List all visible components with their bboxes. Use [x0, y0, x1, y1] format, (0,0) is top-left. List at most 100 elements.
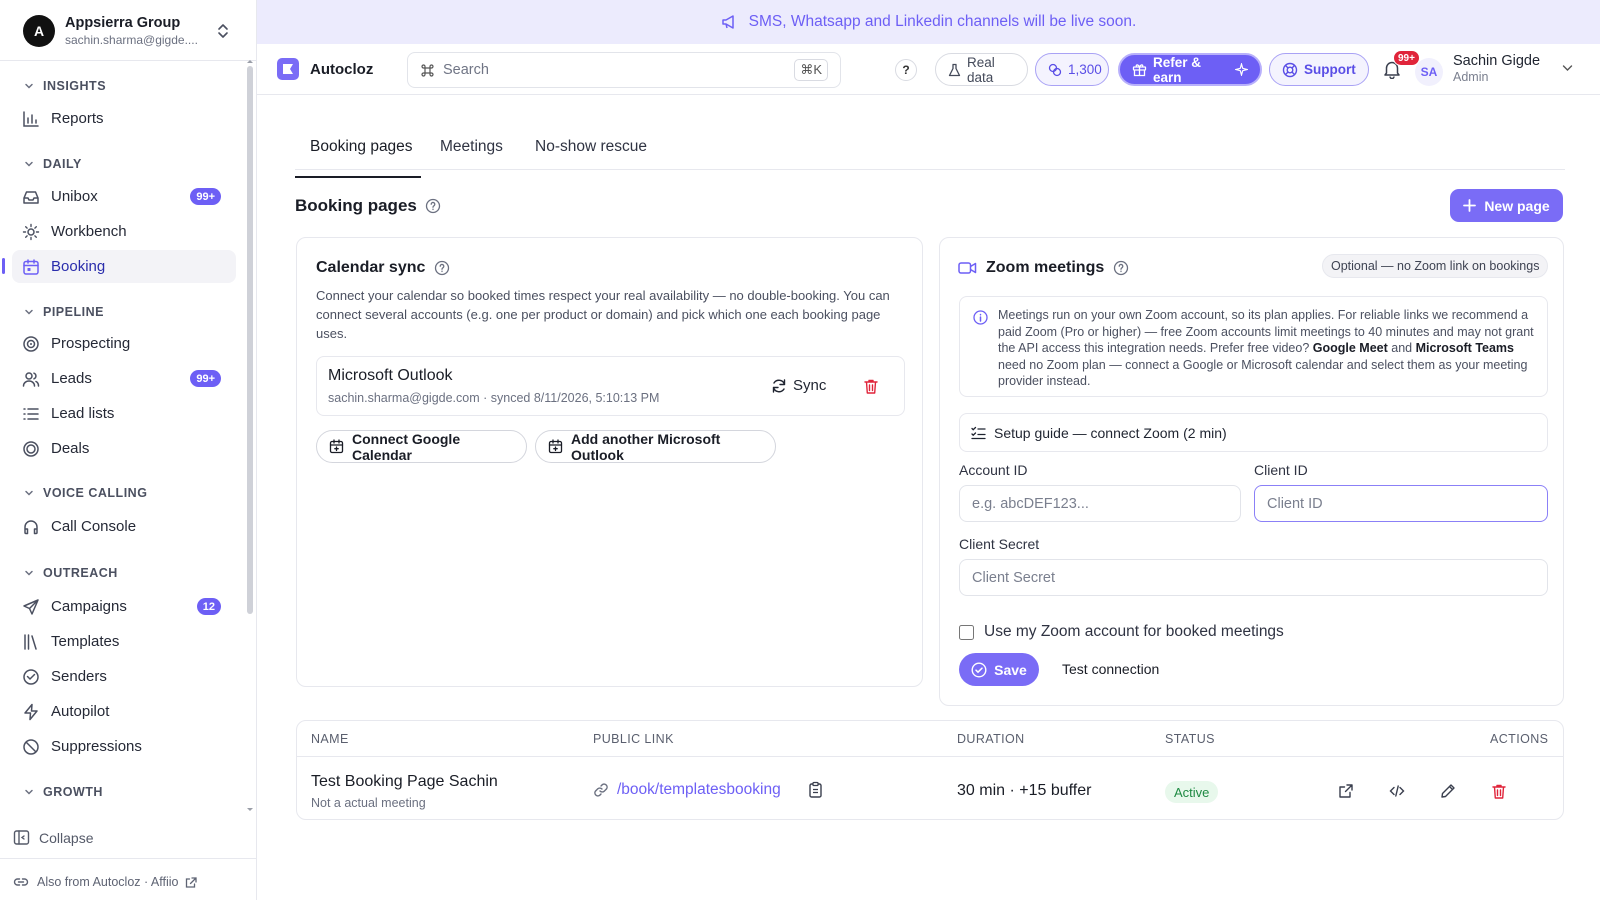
avatar[interactable]: SA: [1415, 58, 1443, 86]
credits-pill[interactable]: 1,300: [1035, 53, 1109, 86]
search-input[interactable]: [443, 62, 803, 78]
trash-icon[interactable]: [1491, 783, 1507, 800]
section-insights[interactable]: INSIGHTS: [24, 79, 106, 93]
help-circle-icon[interactable]: [1113, 260, 1129, 276]
sparkle-icon: [1235, 63, 1248, 76]
column-header: STATUS: [1165, 732, 1215, 746]
count-badge: 12: [196, 598, 221, 615]
real-data-label: Real data: [967, 54, 995, 85]
sidebar-item-autopilot[interactable]: Autopilot: [12, 695, 236, 728]
section-label: INSIGHTS: [43, 79, 107, 93]
sync-label: Sync: [793, 377, 827, 394]
save-label: Save: [994, 661, 1027, 678]
account-provider: Microsoft Outlook: [328, 367, 453, 384]
chevron-down-icon[interactable]: [1562, 64, 1573, 72]
org-name: Appsierra Group: [65, 15, 181, 32]
tab-label: Meetings: [440, 138, 503, 155]
user-role: Admin: [1453, 70, 1489, 85]
also-from-link[interactable]: Also from Autocloz · Affiio: [13, 874, 206, 890]
sidebar-scrollbar[interactable]: [244, 60, 256, 811]
real-data-toggle[interactable]: Real data: [935, 53, 1028, 86]
code-icon[interactable]: [1389, 783, 1405, 799]
duration: 30 min · +15 buffer: [957, 782, 1092, 799]
column-header: NAME: [311, 732, 349, 746]
account-id-input[interactable]: [959, 485, 1241, 522]
credits-count: 1,300: [1068, 62, 1102, 77]
also-from-label: Also from Autocloz · Affiio: [37, 875, 179, 889]
use-zoom-checkbox-row[interactable]: Use my Zoom account for booked meetings: [959, 623, 1284, 641]
external-link-icon[interactable]: [1338, 783, 1354, 799]
org-email: sachin.sharma@gigde....: [65, 32, 198, 47]
support-button[interactable]: Support: [1269, 53, 1369, 86]
refer-earn-button[interactable]: Refer & earn: [1118, 53, 1262, 86]
sidebar-item-label: Reports: [51, 110, 104, 127]
save-button[interactable]: Save: [959, 653, 1039, 686]
setup-guide-toggle[interactable]: Setup guide — connect Zoom (2 min): [959, 413, 1548, 452]
zoom-title: Zoom meetings: [986, 259, 1105, 276]
add-outlook-button[interactable]: Add another Microsoft Outlook: [535, 430, 776, 463]
zoom-info-text: Meetings run on your own Zoom account, s…: [998, 307, 1538, 390]
gift-icon: [1132, 62, 1147, 77]
client-secret-label: Client Secret: [959, 536, 1040, 552]
client-id-input[interactable]: [1254, 485, 1548, 522]
help-circle-icon[interactable]: [425, 198, 441, 214]
client-secret-input[interactable]: [959, 559, 1548, 596]
org-switcher[interactable]: A Appsierra Group sachin.sharma@gigde...…: [12, 8, 244, 54]
sidebar-item-senders[interactable]: Senders: [12, 660, 236, 693]
tab-no-show-rescue[interactable]: No-show rescue: [535, 138, 647, 170]
active-tab-underline: [295, 176, 421, 178]
new-page-button[interactable]: New page: [1450, 189, 1563, 222]
tab-booking-pages[interactable]: Booking pages: [295, 138, 421, 178]
trash-icon[interactable]: [863, 378, 879, 395]
sidebar-item-campaigns[interactable]: Campaigns 12: [12, 590, 236, 623]
page-title-text: Booking pages: [295, 196, 417, 215]
sidebar-item-deals[interactable]: Deals: [12, 432, 236, 465]
megaphone-icon: [721, 14, 739, 30]
info-icon: [973, 310, 988, 325]
brand-logo: [277, 58, 299, 80]
flask-icon: [948, 63, 961, 77]
test-connection-button[interactable]: Test connection: [1062, 661, 1159, 677]
collapse-button[interactable]: Collapse: [13, 829, 93, 846]
coins-icon: [1048, 63, 1062, 77]
sidebar-item-call-console[interactable]: Call Console: [12, 510, 236, 543]
chevron-up-down-icon[interactable]: [216, 23, 230, 39]
help-circle-icon[interactable]: [434, 260, 450, 276]
user-menu[interactable]: Sachin Gigde Admin: [1453, 52, 1540, 86]
sidebar-item-label: Lead lists: [51, 405, 115, 422]
sender-icon: [21, 667, 41, 687]
search-box[interactable]: ⌘K: [407, 52, 841, 88]
sidebar-item-leads[interactable]: Leads 99+: [12, 362, 236, 395]
sidebar-item-reports[interactable]: Reports: [12, 102, 236, 135]
scrollbar-thumb[interactable]: [247, 66, 253, 614]
clipboard-icon[interactable]: [808, 781, 823, 798]
sidebar-item-suppressions[interactable]: Suppressions: [12, 730, 236, 763]
zoom-info-box: Meetings run on your own Zoom account, s…: [959, 296, 1548, 397]
sidebar-item-templates[interactable]: Templates: [12, 625, 236, 658]
help-button[interactable]: ?: [895, 59, 917, 81]
section-voice-calling[interactable]: VOICE CALLING: [24, 486, 147, 500]
sidebar-item-workbench[interactable]: Workbench: [12, 215, 236, 248]
sidebar-item-label: Prospecting: [51, 335, 131, 352]
section-pipeline[interactable]: PIPELINE: [24, 305, 104, 319]
public-link[interactable]: /book/templatesbooking: [593, 781, 781, 799]
section-outreach[interactable]: OUTREACH: [24, 566, 118, 580]
brand[interactable]: Autocloz: [277, 58, 373, 80]
sidebar-item-booking[interactable]: Booking: [12, 250, 236, 283]
sidebar-item-prospecting[interactable]: Prospecting: [12, 327, 236, 360]
library-icon: [21, 632, 41, 652]
section-label: PIPELINE: [43, 305, 104, 319]
section-daily[interactable]: DAILY: [24, 157, 82, 171]
sync-button[interactable]: Sync: [771, 377, 826, 394]
sidebar-item-unibox[interactable]: Unibox 99+: [12, 180, 236, 213]
sidebar-item-label: Senders: [51, 668, 107, 685]
use-zoom-checkbox[interactable]: [959, 624, 974, 640]
pencil-icon[interactable]: [1440, 783, 1456, 799]
connect-google-calendar-button[interactable]: Connect Google Calendar: [316, 430, 527, 463]
section-growth[interactable]: GROWTH: [24, 785, 103, 799]
booking-pages-table: NAME PUBLIC LINK DURATION STATUS ACTIONS…: [296, 720, 1564, 820]
sidebar-item-lead-lists[interactable]: Lead lists: [12, 397, 236, 430]
tab-meetings[interactable]: Meetings: [440, 138, 503, 170]
link-icon: [13, 874, 29, 890]
support-label: Support: [1304, 62, 1356, 77]
